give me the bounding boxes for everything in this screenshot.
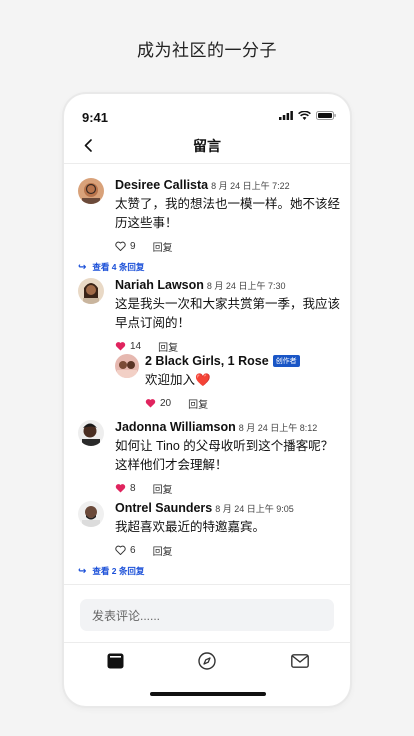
timestamp: 8 月 24 日上午 8:12 <box>238 423 318 433</box>
like-count: 6 <box>130 544 136 556</box>
avatar[interactable] <box>115 354 139 378</box>
reply-actions: 20 回复 <box>145 396 335 411</box>
comment-actions: 9 回复 <box>115 239 340 254</box>
comment-text: 我超喜欢最近的特邀嘉宾。 <box>115 520 266 534</box>
author-name[interactable]: Ontrel Saunders <box>115 501 212 515</box>
like-count: 8 <box>130 482 136 494</box>
home-indicator <box>150 692 266 696</box>
reply-button[interactable]: 回复 <box>188 396 208 411</box>
comment-actions: 14 回复 <box>115 339 340 354</box>
tab-inbox[interactable] <box>286 650 314 672</box>
comment-body: Nariah Lawson 8 月 24 日上午 7:30 这是我头一次和大家共赏… <box>115 278 341 354</box>
promo-headline: 成为社区的一分子 <box>137 41 277 60</box>
reply-body: 2 Black Girls, 1 Rose 创作者 欢迎加入❤️ 20 回复 <box>145 354 335 411</box>
heart-filled-icon <box>145 398 156 408</box>
comment-header: Ontrel Saunders 8 月 24 日上午 9:05 <box>115 501 340 515</box>
comment-text: 这是我头一次和大家共赏第一季，我应该早点订阅的！ <box>115 297 341 330</box>
signal-icon <box>279 111 293 120</box>
comment-body: Desiree Callista 8 月 24 日上午 7:22 太赞了，我的想法… <box>78 178 341 273</box>
heart-outline-icon <box>115 241 126 251</box>
library-icon <box>107 653 123 669</box>
battery-icon <box>316 111 336 120</box>
avatar[interactable] <box>78 278 104 304</box>
reply-arrow-icon: ↪ <box>78 261 87 273</box>
reply-header: 2 Black Girls, 1 Rose 创作者 <box>145 354 335 368</box>
author-name[interactable]: Desiree Callista <box>115 178 208 192</box>
tab-discover[interactable] <box>193 650 221 672</box>
view-replies-label: 查看 4 条回复 <box>92 262 145 272</box>
view-replies-label: 查看 2 条回复 <box>92 566 145 576</box>
status-icons <box>279 111 336 120</box>
like-button[interactable] <box>115 545 126 556</box>
app-screen: 成为社区的一分子 9:41 留言 Desiree Callista 8 月 24… <box>0 0 414 736</box>
avatar[interactable] <box>78 420 104 446</box>
heart-filled-icon <box>115 341 126 351</box>
tab-bar <box>64 650 350 684</box>
phone-frame: 9:41 留言 Desiree Callista8 月 24 日上午 7:22 <box>64 94 350 706</box>
comment-actions: 6 回复 <box>115 543 340 558</box>
comment-header: Nariah Lawson 8 月 24 日上午 7:30 <box>115 278 340 292</box>
reply-button[interactable]: 回复 <box>153 481 173 496</box>
wifi-icon <box>298 111 311 120</box>
nav-bar: 留言 <box>64 130 350 164</box>
reply-button[interactable]: 回复 <box>153 239 173 254</box>
comment-body: Ontrel Saunders 8 月 24 日上午 9:05 我超喜欢最近的特邀… <box>78 501 340 577</box>
composer-divider <box>64 584 350 585</box>
like-button[interactable] <box>115 241 126 252</box>
author-name[interactable]: 2 Black Girls, 1 Rose <box>145 354 269 368</box>
reply-button[interactable]: 回复 <box>158 339 178 354</box>
tab-library[interactable] <box>101 650 129 672</box>
mail-icon <box>291 654 309 668</box>
status-time: 9:41 <box>82 110 109 125</box>
avatar[interactable] <box>78 178 104 204</box>
heart-filled-icon <box>115 483 126 493</box>
timestamp: 8 月 24 日上午 7:22 <box>211 181 290 191</box>
like-button[interactable] <box>115 341 126 352</box>
page-title: 留言 <box>193 138 221 154</box>
author-name[interactable]: Nariah Lawson <box>115 278 204 292</box>
like-button[interactable] <box>145 398 156 409</box>
comment-body: Jadonna Williamson 8 月 24 日上午 8:12 如何让 Ti… <box>115 420 340 496</box>
comment-header: Jadonna Williamson 8 月 24 日上午 8:12 <box>115 420 340 434</box>
creator-badge: 创作者 <box>272 355 300 367</box>
like-count: 14 <box>130 340 142 352</box>
reply-text: 欢迎加入❤️ <box>145 373 211 387</box>
timestamp: 8 月 24 日上午 7:30 <box>206 281 286 291</box>
author-name[interactable]: Jadonna Williamson <box>115 420 236 434</box>
tabbar-divider <box>64 642 350 643</box>
avatar[interactable] <box>78 501 104 527</box>
comment-text: 如何让 Tino 的父母收听到这个播客呢？这样他们才会理解！ <box>115 439 334 472</box>
comment-actions: 8 回复 <box>115 481 340 496</box>
like-count: 9 <box>130 240 136 252</box>
reply-arrow-icon: ↪ <box>78 565 87 577</box>
heart-outline-icon <box>115 545 126 555</box>
timestamp: 8 月 24 日上午 9:05 <box>215 504 294 514</box>
reply-button[interactable]: 回复 <box>153 543 173 558</box>
view-replies-link[interactable]: ↪ 查看 4 条回复 <box>78 261 340 273</box>
like-count: 20 <box>160 397 172 409</box>
view-replies-link[interactable]: ↪ 查看 2 条回复 <box>78 565 340 577</box>
comment-input[interactable]: 发表评论...... <box>80 599 334 631</box>
like-button[interactable] <box>115 483 126 494</box>
comment-text: 太赞了，我的想法也一模一样。她不该经历这些事！ <box>115 197 341 230</box>
comment-header: Desiree Callista 8 月 24 日上午 7:22 <box>115 178 340 192</box>
compass-icon <box>198 652 216 670</box>
